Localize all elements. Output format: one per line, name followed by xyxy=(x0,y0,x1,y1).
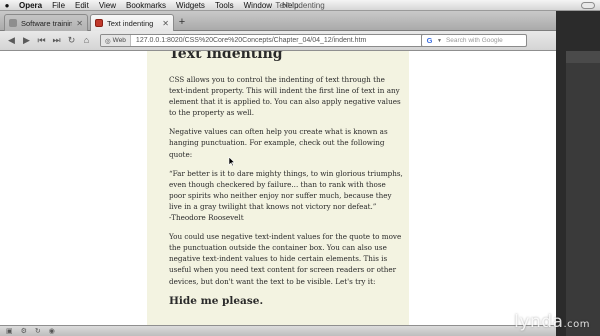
lynda-favicon-icon xyxy=(9,19,17,27)
web-badge[interactable]: ◎ Web xyxy=(101,35,131,46)
paragraph-negative: You could use negative text-indent value… xyxy=(169,232,402,286)
close-tab-icon[interactable]: ✕ xyxy=(76,19,83,28)
search-engine-caret-icon[interactable]: ▼ xyxy=(437,38,442,44)
search-placeholder: Search with Google xyxy=(445,37,503,44)
status-bar: ▣ ⚙ ↻ ◉ xyxy=(0,325,556,336)
google-icon: G xyxy=(426,36,433,45)
hidden-subheading: Hide me please. xyxy=(169,294,264,307)
tab-text-indenting[interactable]: Text indenting ✕ xyxy=(90,14,174,31)
apple-icon[interactable]: ● xyxy=(0,1,14,10)
paragraph-hanging: Negative values can often help you creat… xyxy=(169,127,388,159)
tab-label: Text indenting xyxy=(107,18,154,28)
address-bar[interactable]: ◎ Web 127.0.0.1:8020/CSS%20Core%20Concep… xyxy=(100,34,454,47)
menu-edit[interactable]: Edit xyxy=(70,0,94,11)
menu-file[interactable]: File xyxy=(47,0,70,11)
editor-highlight xyxy=(566,51,600,63)
text-cursor-icon xyxy=(228,157,235,166)
menu-widgets[interactable]: Widgets xyxy=(171,0,210,11)
home-icon[interactable]: ⌂ xyxy=(81,35,92,46)
reload-icon[interactable]: ↻ xyxy=(66,35,77,46)
navigation-bar: ◀ ▶ ⏮ ⏭ ↻ ⌂ ◎ Web 127.0.0.1:8020/CSS%20C… xyxy=(0,31,600,51)
web-badge-label: Web xyxy=(112,37,126,44)
content-column: Text indenting CSS allows you to control… xyxy=(147,51,409,325)
camera-icon[interactable]: ◉ xyxy=(49,327,55,335)
toolbar-toggle-pill[interactable] xyxy=(581,2,595,9)
panel-toggle-icon[interactable]: ▣ xyxy=(6,327,13,335)
menu-bar: ● Opera File Edit View Bookmarks Widgets… xyxy=(0,0,600,11)
quote-paragraph: “Far better is it to dare mighty things,… xyxy=(169,168,403,211)
url-text[interactable]: 127.0.0.1:8020/CSS%20Core%20Concepts/Cha… xyxy=(131,37,366,44)
menu-app-opera[interactable]: Opera xyxy=(14,0,47,11)
new-tab-plus-icon[interactable]: + xyxy=(176,16,188,28)
page-viewport: Text indenting CSS allows you to control… xyxy=(0,51,556,325)
tab-software-training[interactable]: Software training onl... ✕ xyxy=(4,14,88,31)
menu-help[interactable]: Help xyxy=(277,0,303,11)
fast-forward-icon[interactable]: ⏭ xyxy=(51,35,62,46)
back-arrow-icon[interactable]: ◀ xyxy=(6,35,17,46)
search-field[interactable]: G ▼ Search with Google xyxy=(421,34,527,47)
page-heading: Text indenting xyxy=(169,51,283,62)
speed-dial-icon[interactable]: ⚙ xyxy=(21,327,27,335)
forward-arrow-icon[interactable]: ▶ xyxy=(21,35,32,46)
close-tab-icon[interactable]: ✕ xyxy=(162,19,169,28)
paragraph-intro: CSS allows you to control the indenting … xyxy=(169,75,401,118)
background-editor-panel xyxy=(556,11,600,336)
menu-window[interactable]: Window xyxy=(239,0,277,11)
menu-view[interactable]: View xyxy=(94,0,121,11)
refresh-small-icon[interactable]: ↻ xyxy=(35,327,41,335)
rewind-icon[interactable]: ⏮ xyxy=(36,35,47,46)
globe-icon: ◎ xyxy=(105,37,111,45)
tab-strip: Software training onl... ✕ Text indentin… xyxy=(0,11,600,31)
quote-attribution: -Theodore Roosevelt xyxy=(169,213,244,223)
article: Text indenting CSS allows you to control… xyxy=(169,51,403,307)
menu-tools[interactable]: Tools xyxy=(210,0,239,11)
editor-strip xyxy=(566,51,600,336)
lynda-watermark: lynda.com xyxy=(514,312,590,332)
tab-label: Software training onl... xyxy=(21,18,73,28)
menu-bookmarks[interactable]: Bookmarks xyxy=(121,0,171,11)
page-favicon-icon xyxy=(95,19,103,27)
